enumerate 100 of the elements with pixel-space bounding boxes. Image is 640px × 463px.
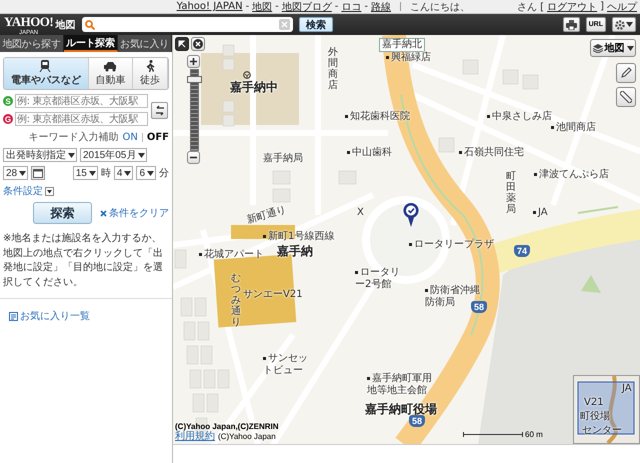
search-button[interactable]: 検索 [299,17,333,32]
scale-label: 60 m [525,430,543,439]
zoom-out-icon [190,154,197,161]
map-label: 興福緑店 [386,52,431,64]
close-button[interactable] [191,37,205,51]
building [272,188,290,202]
building [174,250,186,268]
map-label: V21 [584,398,604,408]
caret-icon [124,170,132,176]
hour-unit: 時 [100,166,111,180]
tab[interactable]: 地図から探す [0,35,64,52]
map-label: 新町通り [246,204,288,226]
help-note: ※地名または施設名を入力するか、地図上の地点で右クリックして「出発地に設定」「目的地に設定」を選択してください。 [3,232,164,290]
map-label: 中山歯科 [347,147,392,158]
building [186,346,198,364]
search-field[interactable] [82,17,293,32]
minute-tens-select[interactable]: 4 [114,166,134,180]
day-select[interactable]: 28 [3,166,28,180]
map-label: 中泉さしみ店 [487,111,552,122]
location-pin-icon [403,203,419,227]
origin-field[interactable]: 例: 東京都港区赤坂、大阪駅 [15,94,148,108]
clear-conditions-link[interactable]: 条件をクリア [100,206,169,220]
building [272,170,290,184]
header-link[interactable]: 路線 [371,0,391,14]
favorites-link[interactable]: お気に入り一覧 [9,309,90,323]
close-icon [100,210,107,216]
scale-bar [463,432,523,437]
zoom-out-button[interactable] [187,151,200,164]
travel-mode-button[interactable]: 電車やバスなど [4,58,89,89]
calendar-button[interactable] [31,166,46,180]
map-label: 町役場 [580,412,610,422]
map-label: センター [582,426,622,436]
toggle-option[interactable]: ON [122,132,138,142]
zoom-in-button[interactable] [187,55,200,68]
help-link[interactable]: ヘルプ [607,0,637,14]
keyword-assist-label: キーワード入力補助 [28,130,118,144]
destination-field[interactable]: 例: 東京都港区赤坂、大阪駅 [15,112,148,126]
caret-icon [626,46,634,50]
logout-link[interactable]: ログアウト [547,0,598,14]
school-icon [243,71,251,79]
building [502,70,518,84]
toggle-option[interactable]: OFF [146,132,169,142]
dropdown-icon [45,186,54,196]
route-draw-button[interactable] [616,63,636,83]
building [222,100,234,112]
layer-button[interactable]: 地図 [590,39,636,57]
header-link[interactable]: Yahoo! JAPAN [176,1,243,12]
swap-button[interactable] [151,102,168,118]
map-label: 石嶺共同住宅 [459,147,524,158]
map-label: 嘉手納町役場 [365,403,437,417]
building [462,60,478,74]
tab[interactable]: ルート探索 [64,35,118,52]
zoom-in-icon [190,58,197,65]
map-label: 嘉手納中 [230,81,278,95]
travel-mode-button[interactable]: 徒歩 [133,58,168,89]
map-label: 嘉手納局 [263,153,303,164]
caret-icon [626,22,633,27]
print-button[interactable] [562,17,580,32]
zoom-slider[interactable] [190,69,199,151]
settings-button[interactable] [612,17,636,32]
map-label: JA [622,384,632,394]
copyright-text: (C)Yahoo Japan [218,432,276,441]
search-button[interactable]: 探索 [33,202,92,224]
building [184,322,196,340]
hour-select[interactable]: 15 [72,166,98,180]
swap-arrows-icon [154,104,164,116]
terms-link[interactable]: 利用規約 [175,431,215,442]
route-shield: 58 [409,415,426,427]
header-link[interactable]: 地図ブログ [282,0,332,14]
map-label: 池間商店 [551,122,596,134]
pointer-button[interactable] [175,37,189,51]
building [222,58,234,70]
building [200,346,212,364]
travel-mode-button[interactable]: 自動車 [88,58,134,89]
map-label: 知花歯科医院 [345,111,410,122]
minute-unit: 分 [159,167,169,180]
map-label: 嘉手納町軍用地等地主会館 [367,373,439,396]
time-mode-select[interactable]: 出発時刻指定 [3,148,77,162]
map-label: X [357,207,364,218]
traffic-island [581,275,601,293]
measure-button[interactable] [616,87,636,107]
month-select[interactable]: 2015年05月 [80,148,148,162]
settings-icon [615,20,625,30]
start-marker: S [3,96,13,106]
bracket-text: ] [600,1,604,12]
header-link[interactable]: ロコ [341,0,362,14]
building [222,114,234,126]
zoom-slider-thumb[interactable] [187,76,202,83]
printer-icon [566,20,577,30]
pencil-icon [620,67,632,79]
caret-icon [138,152,146,158]
header-link[interactable]: 地図 [252,0,272,14]
goal-marker: G [3,114,13,124]
conditions-link[interactable]: 条件設定 [3,184,54,198]
building [206,394,218,412]
link-separator: - [334,1,338,12]
tab[interactable]: お気に入り [118,35,172,52]
building [222,44,234,56]
minute-ones-select[interactable]: 6 [136,166,156,180]
building [180,298,192,316]
